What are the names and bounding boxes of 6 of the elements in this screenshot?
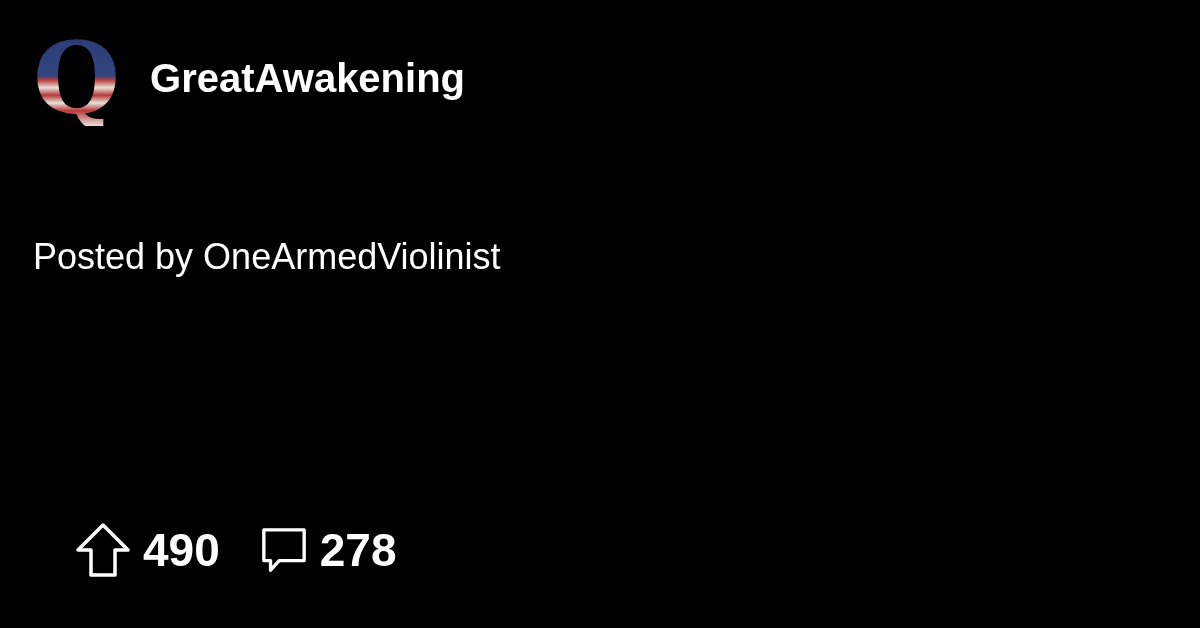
comment-bubble-icon <box>259 526 308 574</box>
comment-count: 278 <box>319 523 397 577</box>
post-byline: Posted by OneArmedViolinist <box>33 236 502 278</box>
upvote-arrow-icon <box>75 522 131 578</box>
upvote-count: 490 <box>143 523 220 577</box>
community-name: GreatAwakening <box>150 55 466 101</box>
